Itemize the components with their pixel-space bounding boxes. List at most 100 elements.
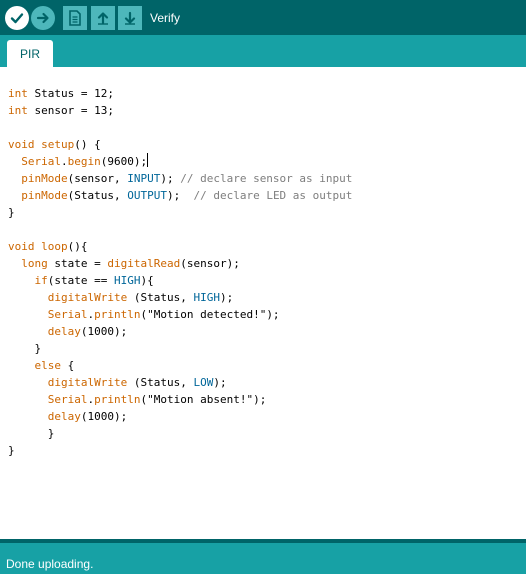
code-token: ); [213, 376, 227, 389]
code-line[interactable]: else { [8, 357, 352, 374]
status-bar: Done uploading. [0, 539, 526, 574]
code-token: Serial [21, 155, 61, 168]
code-token: if [34, 274, 48, 287]
code-token: begin [67, 155, 101, 168]
code-token: println [94, 393, 141, 406]
text-caret [147, 153, 149, 167]
code-token: (1000); [80, 410, 128, 423]
save-button[interactable] [118, 6, 142, 30]
code-token: LOW [193, 376, 214, 389]
code-token: void [8, 138, 35, 151]
code-token: digitalWrite [47, 291, 128, 304]
code-token: digitalRead [107, 257, 181, 270]
code-token: sensor = 13; [27, 104, 114, 117]
code-token: HIGH [113, 274, 141, 287]
code-token: state = [47, 257, 108, 270]
code-token: { [61, 359, 75, 372]
code-token: pinMode [21, 172, 68, 185]
code-token: Serial [47, 308, 88, 321]
code-editor[interactable]: int Status = 12; int sensor = 13; void se… [0, 67, 526, 539]
code-token: ); [219, 291, 234, 304]
code-token: else [34, 359, 62, 372]
arrow-up-icon [97, 12, 109, 25]
code-line[interactable]: } [8, 425, 352, 442]
code-token: int [8, 104, 28, 117]
code-line[interactable]: digitalWrite (Status, HIGH); [8, 289, 352, 306]
code-line[interactable]: void loop(){ [8, 238, 352, 255]
code-token: OUTPUT [127, 189, 167, 202]
code-line[interactable]: void setup() { [8, 136, 352, 153]
code-token: Serial [47, 393, 88, 406]
code-token: int [8, 87, 28, 100]
new-sketch-button[interactable] [63, 6, 87, 30]
code-token: long [21, 257, 48, 270]
upload-button[interactable] [31, 6, 55, 30]
code-token: (1000); [80, 325, 128, 338]
code-token: } [8, 206, 15, 219]
arrow-right-icon [36, 12, 49, 24]
code-line[interactable]: pinMode(sensor, INPUT); // declare senso… [8, 170, 352, 187]
code-token: ); [160, 172, 181, 185]
code-line[interactable]: if(state == HIGH){ [8, 272, 352, 289]
code-token: loop [41, 240, 68, 253]
toolbar: Verify [0, 0, 526, 35]
code-token: void [8, 240, 35, 253]
code-text[interactable]: int Status = 12; int sensor = 13; void se… [8, 85, 352, 459]
code-token: delay [47, 325, 81, 338]
tab-pir[interactable]: PIR [7, 40, 53, 67]
code-token: (sensor); [180, 257, 240, 270]
code-line[interactable]: Serial.println("Motion detected!"); [8, 306, 352, 323]
code-token: // declare sensor as input [180, 172, 353, 185]
code-line[interactable]: Serial.begin(9600); [8, 153, 352, 170]
status-message: Done uploading. [6, 557, 94, 571]
code-token: INPUT [127, 172, 161, 185]
code-line[interactable] [8, 119, 352, 136]
code-token: (sensor, [67, 172, 128, 185]
code-line[interactable]: int Status = 12; [8, 85, 352, 102]
code-token: (Status, [127, 291, 194, 304]
code-line[interactable]: delay(1000); [8, 323, 352, 340]
code-token: (Status, [67, 189, 128, 202]
code-token: // declare LED as output [193, 189, 353, 202]
code-token: HIGH [193, 291, 220, 304]
code-token: setup [41, 138, 75, 151]
check-icon [10, 13, 24, 24]
tab-bar: PIR [0, 35, 526, 67]
toolbar-hover-label: Verify [150, 11, 181, 25]
code-line[interactable]: int sensor = 13; [8, 102, 352, 119]
code-line[interactable]: pinMode(Status, OUTPUT); // declare LED … [8, 187, 352, 204]
code-line[interactable]: } [8, 204, 352, 221]
code-token: (state == [47, 274, 114, 287]
code-token: ("Motion absent!"); [140, 393, 267, 406]
code-token: (9600); [100, 155, 148, 168]
open-button[interactable] [91, 6, 115, 30]
code-token: (Status, [127, 376, 194, 389]
code-line[interactable]: long state = digitalRead(sensor); [8, 255, 352, 272]
code-token: ("Motion detected!"); [140, 308, 280, 321]
code-line[interactable]: digitalWrite (Status, LOW); [8, 374, 352, 391]
arrow-down-icon [124, 11, 136, 25]
code-token: } [8, 444, 15, 457]
verify-button[interactable] [5, 6, 29, 30]
code-token: () { [74, 138, 101, 151]
code-token: ); [166, 189, 194, 202]
code-line[interactable]: } [8, 340, 352, 357]
code-line[interactable]: delay(1000); [8, 408, 352, 425]
code-token: println [94, 308, 141, 321]
code-token: } [8, 427, 55, 440]
code-token: Status = 12; [27, 87, 114, 100]
code-line[interactable]: } [8, 442, 352, 459]
code-line[interactable]: Serial.println("Motion absent!"); [8, 391, 352, 408]
code-line[interactable] [8, 221, 352, 238]
code-token: ){ [140, 274, 154, 287]
